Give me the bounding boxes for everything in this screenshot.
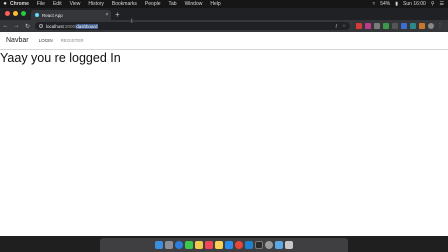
close-tab-icon[interactable]: ×: [103, 12, 111, 18]
profile-avatar-icon[interactable]: [428, 23, 434, 29]
minimize-window-button[interactable]: [13, 11, 18, 16]
extension-dark-icon[interactable]: [392, 23, 398, 29]
battery-percent[interactable]: 54%: [380, 1, 390, 7]
macos-dock: [100, 238, 348, 252]
menu-bookmarks[interactable]: Bookmarks: [112, 1, 137, 7]
launchpad-icon[interactable]: [165, 241, 173, 249]
site-info-icon[interactable]: [39, 24, 43, 28]
url-port: :3000/: [63, 23, 77, 29]
navbar-brand[interactable]: Navbar: [6, 37, 29, 44]
extension-pink-icon[interactable]: [365, 23, 371, 29]
zoom-window-button[interactable]: [21, 11, 26, 16]
extension-teal-icon[interactable]: [410, 23, 416, 29]
desktop-screen: ● Chrome File Edit View History Bookmark…: [0, 0, 448, 252]
text-cursor-icon: I: [131, 19, 133, 25]
search-icon[interactable]: ⚲: [431, 1, 435, 7]
extension-red-icon[interactable]: [356, 23, 362, 29]
close-window-button[interactable]: [5, 11, 10, 16]
chrome-icon[interactable]: [235, 241, 243, 249]
chrome-menu-icon[interactable]: ⋮: [437, 23, 443, 29]
trash-icon[interactable]: [285, 241, 293, 249]
register-link[interactable]: REGISTER: [61, 38, 84, 43]
photos-icon[interactable]: [195, 241, 203, 249]
app-store-icon[interactable]: [225, 241, 233, 249]
vscode-icon[interactable]: [245, 241, 253, 249]
folder-icon[interactable]: [275, 241, 283, 249]
logged-in-message: Yaay you re logged In: [0, 51, 121, 65]
notes-icon[interactable]: [215, 241, 223, 249]
menu-tab[interactable]: Tab: [169, 1, 177, 7]
key-icon[interactable]: ⚷: [335, 23, 338, 29]
extension-blue-icon[interactable]: [401, 23, 407, 29]
site-navbar: Navbar LOGIN REGISTER: [0, 32, 448, 50]
new-tab-button[interactable]: +: [115, 11, 120, 19]
react-favicon-icon: [35, 13, 39, 17]
window-controls: [5, 11, 26, 16]
menu-edit[interactable]: Edit: [53, 1, 62, 7]
bookmark-star-icon[interactable]: ☆: [342, 23, 346, 29]
reload-icon[interactable]: ↻: [22, 23, 33, 30]
menu-help[interactable]: Help: [210, 1, 220, 7]
address-bar-actions: ⚷ ☆: [335, 22, 346, 30]
macos-menu-bar: ● Chrome File Edit View History Bookmark…: [0, 0, 448, 8]
wifi-icon[interactable]: ≈: [373, 1, 376, 7]
back-icon[interactable]: ←: [0, 23, 11, 29]
menu-app-name[interactable]: Chrome: [10, 1, 29, 7]
login-link[interactable]: LOGIN: [39, 38, 53, 43]
browser-toolbar: ← → ↻ localhost :3000/ dashboard ⚷ ☆ ⋮: [0, 20, 448, 32]
menu-file[interactable]: File: [37, 1, 45, 7]
menu-people[interactable]: People: [145, 1, 161, 7]
terminal-icon[interactable]: [255, 241, 263, 249]
clock[interactable]: Sun 16:00: [403, 1, 426, 7]
menu-bar-status: ≈ 54% ▮ Sun 16:00 ⚲ ☰: [373, 0, 445, 8]
forward-icon[interactable]: →: [11, 23, 22, 29]
extension-gray-icon[interactable]: [374, 23, 380, 29]
url-path-selected: dashboard: [76, 23, 98, 29]
menu-window[interactable]: Window: [185, 1, 203, 7]
music-icon[interactable]: [205, 241, 213, 249]
menu-view[interactable]: View: [70, 1, 81, 7]
battery-icon[interactable]: ▮: [395, 1, 398, 7]
url-host: localhost: [46, 23, 64, 29]
address-bar[interactable]: localhost :3000/ dashboard ⚷ ☆: [35, 22, 350, 30]
preferences-icon[interactable]: [265, 241, 273, 249]
page-viewport: Navbar LOGIN REGISTER Yaay you re logged…: [0, 32, 448, 236]
apple-menu-icon[interactable]: ●: [0, 1, 10, 7]
extension-icons: ⋮: [356, 23, 443, 29]
menu-history[interactable]: History: [88, 1, 104, 7]
messages-icon[interactable]: [185, 241, 193, 249]
control-center-icon[interactable]: ☰: [440, 1, 444, 7]
tab-react-app[interactable]: React App ×: [31, 10, 111, 20]
browser-tab-strip: React App × +: [0, 8, 448, 20]
extension-orange-icon[interactable]: [419, 23, 425, 29]
tab-title: React App: [42, 12, 63, 18]
safari-icon[interactable]: [175, 241, 183, 249]
finder-icon[interactable]: [155, 241, 163, 249]
extension-green-icon[interactable]: [383, 23, 389, 29]
